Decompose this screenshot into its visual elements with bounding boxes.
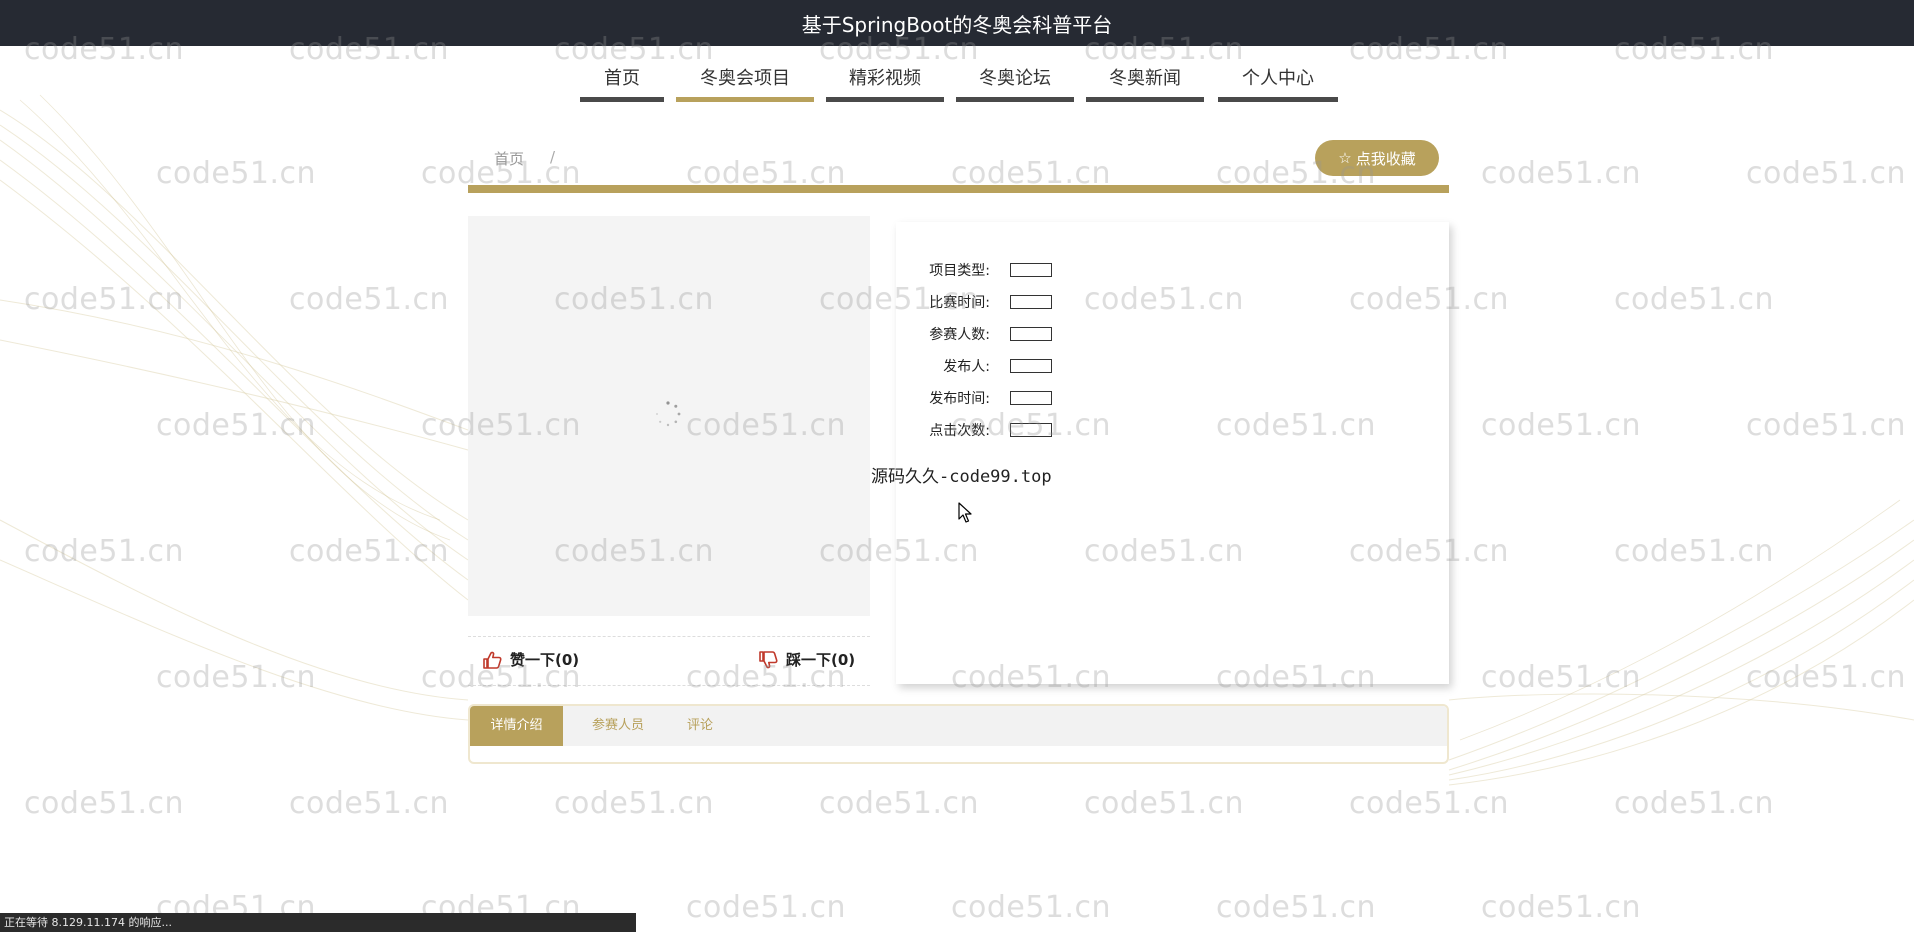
nav-item-winter-olympic-events[interactable]: 冬奥会项目	[676, 58, 814, 102]
tab-details[interactable]: 详情介绍	[470, 706, 563, 746]
info-label: 项目类型:	[929, 263, 990, 279]
info-value	[1010, 263, 1052, 277]
info-value	[1010, 359, 1052, 373]
info-label: 发布时间:	[929, 391, 990, 407]
nav-item-news[interactable]: 冬奥新闻	[1086, 58, 1204, 102]
main-nav: 首页 冬奥会项目 精彩视频 冬奥论坛 冬奥新闻 个人中心	[0, 58, 1914, 104]
dislike-label: 踩一下(0)	[786, 651, 856, 669]
nav-item-personal-center[interactable]: 个人中心	[1218, 58, 1338, 102]
nav-item-label: 冬奥会项目	[700, 68, 790, 89]
info-row-match-time: 比赛时间:	[896, 290, 1052, 314]
detail-tabs: 详情介绍 参赛人员 评论	[468, 704, 1449, 764]
dislike-button[interactable]: 踩一下(0)	[758, 649, 855, 670]
info-label: 比赛时间:	[929, 295, 990, 311]
nav-item-label: 精彩视频	[849, 68, 921, 89]
nav-item-underline	[1218, 97, 1338, 102]
favorite-button-label: 点我收藏	[1355, 149, 1416, 168]
like-label: 赞一下(0)	[510, 651, 580, 669]
favorite-button[interactable]: ☆ 点我收藏	[1315, 140, 1439, 176]
info-label: 点击次数:	[929, 423, 990, 439]
status-text: 正在等待 8.129.11.174 的响应...	[4, 916, 172, 929]
star-outline-icon: ☆	[1338, 149, 1352, 167]
browser-status-bar: 正在等待 8.129.11.174 的响应...	[0, 913, 636, 932]
mouse-cursor-icon	[958, 502, 972, 523]
nav-item-home[interactable]: 首页	[580, 58, 664, 102]
info-row-participants: 参赛人数:	[896, 322, 1052, 346]
loading-spinner-icon	[656, 401, 681, 427]
event-image	[468, 216, 870, 616]
tabs-bar: 详情介绍 参赛人员 评论	[470, 706, 1447, 746]
info-row-type: 项目类型:	[896, 258, 1052, 282]
nav-item-label: 冬奥论坛	[979, 68, 1051, 89]
breadcrumb-home[interactable]: 首页	[494, 148, 524, 169]
breadcrumb: 首页 / ☆ 点我收藏	[468, 138, 1449, 194]
source-watermark-text: 源码久久-code99.top	[871, 467, 1052, 487]
info-row-click-count: 点击次数:	[896, 418, 1052, 442]
info-row-publish-time: 发布时间:	[896, 386, 1052, 410]
info-value	[1010, 295, 1052, 309]
info-value	[1010, 327, 1052, 341]
nav-item-label: 首页	[604, 68, 640, 89]
nav-item-underline	[580, 97, 664, 102]
thumbs-up-icon	[483, 651, 502, 669]
header-divider	[468, 185, 1449, 193]
nav-item-videos[interactable]: 精彩视频	[826, 58, 944, 102]
info-row-publisher: 发布人:	[896, 354, 1052, 378]
like-button[interactable]: 赞一下(0)	[482, 649, 579, 670]
info-label: 参赛人数:	[929, 327, 990, 343]
tab-participants[interactable]: 参赛人员	[574, 706, 662, 746]
nav-item-forum[interactable]: 冬奥论坛	[956, 58, 1074, 102]
nav-item-underline	[1086, 97, 1204, 102]
vote-row: 赞一下(0) 踩一下(0)	[468, 636, 870, 686]
info-value	[1010, 423, 1052, 437]
nav-item-label: 个人中心	[1242, 68, 1314, 89]
info-value	[1010, 391, 1052, 405]
nav-item-label: 冬奥新闻	[1109, 68, 1181, 89]
nav-item-underline	[676, 97, 814, 102]
window-title: 基于SpringBoot的冬奥会科普平台	[801, 12, 1113, 37]
info-label: 发布人:	[943, 359, 990, 375]
breadcrumb-separator: /	[550, 148, 556, 166]
event-info-card: 项目类型: 比赛时间: 参赛人数: 发布人: 发布时间: 点击次数:	[896, 222, 1449, 684]
window-title-bar: 基于SpringBoot的冬奥会科普平台	[0, 0, 1914, 46]
tab-comments[interactable]: 评论	[670, 706, 730, 746]
thumbs-down-icon	[759, 650, 778, 668]
nav-item-underline	[826, 97, 944, 102]
nav-item-underline	[956, 97, 1074, 102]
